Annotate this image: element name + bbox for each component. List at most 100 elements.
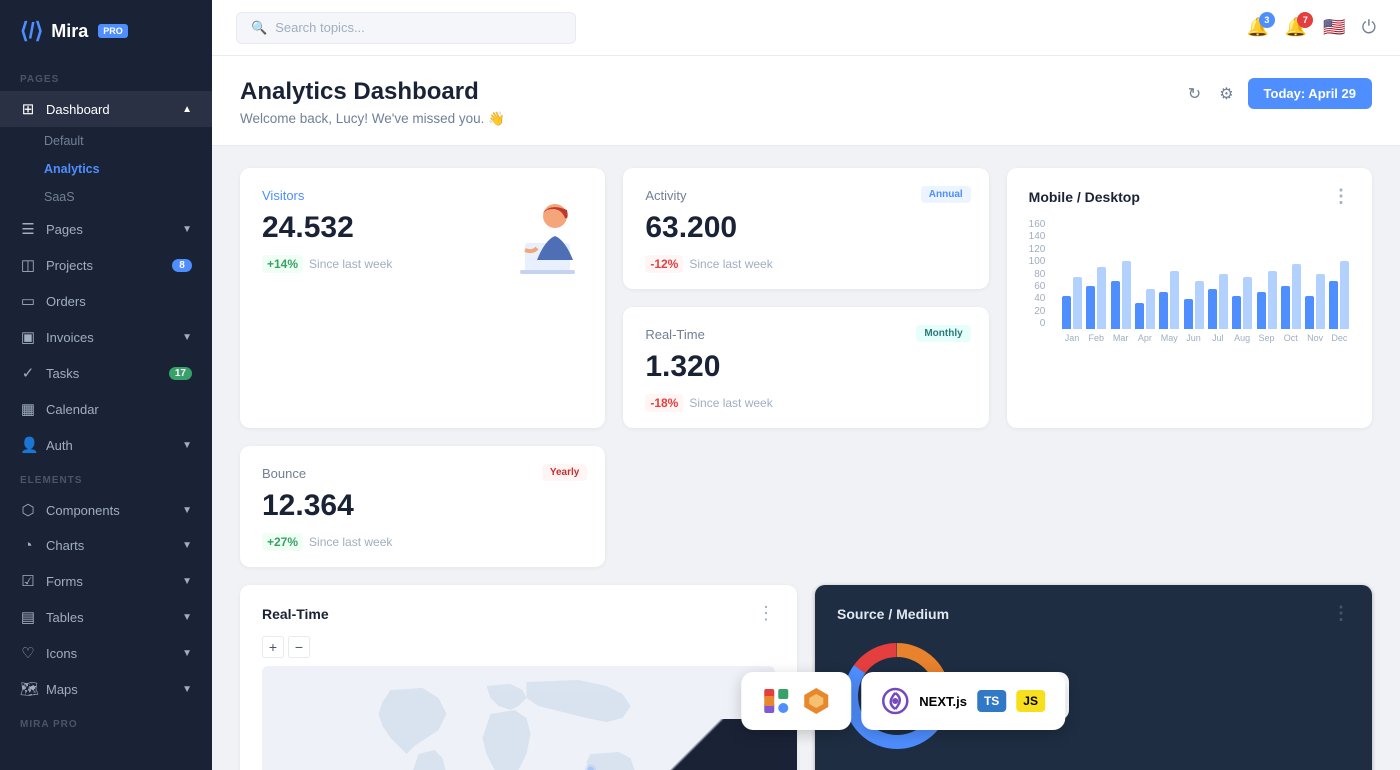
sidebar-item-label: Pages bbox=[46, 222, 83, 237]
logo[interactable]: ⟨/⟩ Mira PRO bbox=[0, 0, 212, 62]
realtime-card: Monthly Real-Time 1.320 -18% Since last … bbox=[623, 307, 988, 428]
filter-icon[interactable]: ⚙ bbox=[1215, 80, 1237, 108]
logo-icon: ⟨/⟩ bbox=[20, 18, 43, 44]
realtime-change: -18% bbox=[645, 394, 683, 412]
sidebar-item-label: Calendar bbox=[46, 402, 99, 417]
figma-logo bbox=[761, 686, 791, 716]
sidebar-item-tables[interactable]: ▤ Tables ▼ bbox=[0, 599, 212, 635]
bar-dark bbox=[1111, 281, 1120, 329]
bar-dark bbox=[1232, 296, 1241, 329]
map-zoom-out-button[interactable]: − bbox=[288, 636, 310, 658]
sidebar-item-icons[interactable]: ♡ Icons ▼ bbox=[0, 635, 212, 671]
search-icon: 🔍 bbox=[251, 20, 267, 36]
page-header-left: Analytics Dashboard Welcome back, Lucy! … bbox=[240, 78, 505, 127]
charts-icon: ◔ bbox=[20, 537, 36, 554]
projects-badge: 8 bbox=[172, 259, 192, 272]
bar-light bbox=[1268, 271, 1277, 329]
map-zoom-in-button[interactable]: + bbox=[262, 636, 284, 658]
chevron-down-icon: ▼ bbox=[182, 648, 192, 659]
sidebar-item-label: Orders bbox=[46, 294, 86, 309]
sidebar-subitem-saas[interactable]: SaaS bbox=[0, 183, 212, 211]
notifications-button[interactable]: 🔔 3 bbox=[1246, 17, 1268, 38]
power-button[interactable]: ⏻ bbox=[1362, 17, 1376, 38]
sidebar-item-components[interactable]: ⬡ Components ▼ bbox=[0, 492, 212, 528]
sidebar-item-label: Dashboard bbox=[46, 102, 110, 117]
refresh-icon[interactable]: ↻ bbox=[1184, 80, 1205, 108]
alerts-badge: 7 bbox=[1297, 12, 1313, 28]
chevron-down-icon: ▼ bbox=[182, 224, 192, 235]
sidebar-item-auth[interactable]: 👤 Auth ▼ bbox=[0, 427, 212, 463]
bar-light bbox=[1122, 261, 1131, 329]
more-options-icon[interactable]: ⋮ bbox=[1332, 186, 1350, 207]
chevron-down-icon: ▼ bbox=[182, 505, 192, 516]
language-button[interactable]: 🇺🇸 bbox=[1323, 17, 1345, 38]
chevron-down-icon: ▼ bbox=[182, 576, 192, 587]
components-icon: ⬡ bbox=[20, 501, 36, 519]
sidebar-item-invoices[interactable]: ▣ Invoices ▼ bbox=[0, 319, 212, 355]
sidebar-subitem-analytics[interactable]: Analytics bbox=[0, 155, 212, 183]
orders-icon: ▭ bbox=[20, 292, 36, 310]
pro-badge: PRO bbox=[98, 24, 128, 38]
bounce-value: 12.364 bbox=[262, 489, 583, 523]
sidebar-item-tasks[interactable]: ✓ Tasks 17 bbox=[0, 355, 212, 391]
bounce-badge: Yearly bbox=[542, 464, 587, 481]
dashboard-icon: ⊞ bbox=[20, 100, 36, 118]
sidebar-item-maps[interactable]: 🗺 Maps ▼ bbox=[0, 671, 212, 707]
source-more-options-icon[interactable]: ⋮ bbox=[1332, 603, 1350, 624]
sidebar-item-label: Maps bbox=[46, 682, 78, 697]
activity-value: 63.200 bbox=[645, 211, 966, 245]
sidebar-item-label: Auth bbox=[46, 438, 73, 453]
bar-dark bbox=[1208, 289, 1217, 329]
sidebar-item-label: Components bbox=[46, 503, 120, 518]
tables-icon: ▤ bbox=[20, 608, 36, 626]
sidebar-item-charts[interactable]: ◔ Charts ▼ bbox=[0, 528, 212, 563]
bar-dark bbox=[1305, 296, 1314, 329]
bar-light bbox=[1292, 264, 1301, 329]
auth-icon: 👤 bbox=[20, 436, 36, 454]
source-medium-label: Source / Medium bbox=[837, 606, 949, 622]
visitors-change: +14% bbox=[262, 255, 303, 273]
sidebar-item-label: Invoices bbox=[46, 330, 94, 345]
realtime-footer: -18% Since last week bbox=[645, 394, 966, 412]
page-subtitle: Welcome back, Lucy! We've missed you. 👋 bbox=[240, 111, 505, 127]
activity-label: Activity bbox=[645, 188, 966, 203]
date-button[interactable]: Today: April 29 bbox=[1248, 78, 1372, 109]
map-controls: + − bbox=[262, 636, 775, 658]
map-more-options-icon[interactable]: ⋮ bbox=[757, 603, 775, 624]
app-name: Mira bbox=[51, 21, 88, 42]
bar-light bbox=[1340, 261, 1349, 329]
sidebar-item-label: Tasks bbox=[46, 366, 79, 381]
sidebar-subitem-default[interactable]: Default bbox=[0, 127, 212, 155]
realtime-badge: Monthly bbox=[916, 325, 970, 342]
tasks-badge: 17 bbox=[169, 367, 192, 380]
chevron-up-icon: ▲ bbox=[182, 104, 192, 115]
sidebar-item-orders[interactable]: ▭ Orders bbox=[0, 283, 212, 319]
sidebar-item-dashboard[interactable]: ⊞ Dashboard ▲ bbox=[0, 91, 212, 127]
sidebar-item-forms[interactable]: ☑ Forms ▼ bbox=[0, 563, 212, 599]
invoices-icon: ▣ bbox=[20, 328, 36, 346]
map-header: Real-Time ⋮ bbox=[262, 603, 775, 624]
bounce-card: Yearly Bounce 12.364 +27% Since last wee… bbox=[240, 446, 605, 567]
bar-dark bbox=[1135, 303, 1144, 329]
chart-title: Mobile / Desktop ⋮ bbox=[1029, 186, 1350, 207]
activity-card: Annual Activity 63.200 -12% Since last w… bbox=[623, 168, 988, 289]
sidebar-item-calendar[interactable]: ▦ Calendar bbox=[0, 391, 212, 427]
source-medium-title: Source / Medium ⋮ bbox=[837, 603, 1350, 624]
bounce-footer: +27% Since last week bbox=[262, 533, 583, 551]
search-bar[interactable]: 🔍 Search topics... bbox=[236, 12, 576, 44]
bounce-period: Since last week bbox=[309, 535, 392, 549]
calendar-icon: ▦ bbox=[20, 400, 36, 418]
alerts-button[interactable]: 🔔 7 bbox=[1285, 17, 1307, 38]
sidebar-item-projects[interactable]: ◫ Projects 8 bbox=[0, 247, 212, 283]
page-header: Analytics Dashboard Welcome back, Lucy! … bbox=[212, 56, 1400, 146]
nextjs-label: NEXT.js bbox=[919, 694, 967, 709]
bar-dark bbox=[1184, 299, 1193, 329]
sidebar-item-pages[interactable]: ☰ Pages ▼ bbox=[0, 211, 212, 247]
topnav: 🔍 Search topics... 🔔 3 🔔 7 🇺🇸 ⏻ bbox=[212, 0, 1400, 56]
bar-light bbox=[1316, 274, 1325, 329]
bar-light bbox=[1170, 271, 1179, 329]
bar-dark bbox=[1281, 286, 1290, 329]
icons-icon: ♡ bbox=[20, 644, 36, 662]
realtime-period: Since last week bbox=[689, 396, 772, 410]
bar-dark bbox=[1329, 281, 1338, 329]
